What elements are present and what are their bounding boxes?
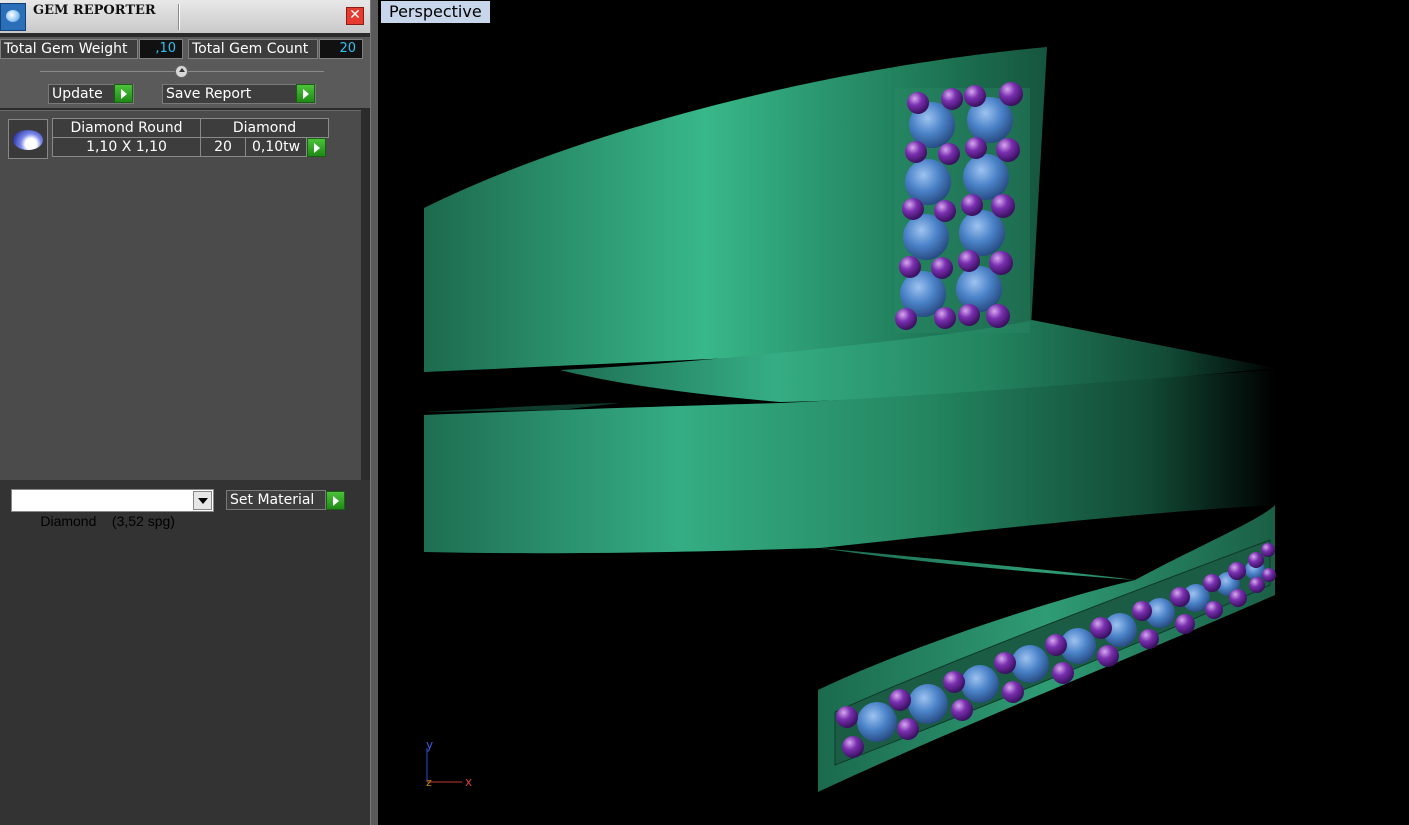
total-gem-count-label: Total Gem Count <box>188 39 318 59</box>
panel-splitter[interactable] <box>370 0 378 825</box>
play-arrow-icon[interactable] <box>326 491 345 510</box>
totals-row: Total Gem Weight ,10 Total Gem Count 20 <box>0 37 370 61</box>
axis-gizmo-icon: y z x <box>426 738 472 789</box>
update-button-label: Update <box>52 86 103 102</box>
close-button[interactable]: ✕ <box>346 7 364 25</box>
diamond-thumbnail-icon <box>8 119 48 159</box>
close-icon: ✕ <box>349 7 361 23</box>
save-report-button[interactable]: Save Report <box>162 84 316 104</box>
axis-y-label: y <box>426 738 433 752</box>
gem-material-cell: Diamond <box>200 118 329 138</box>
material-area: Diamond (3,52 spg) Set Material <box>0 480 370 825</box>
gem-count-cell: 20 <box>200 137 246 157</box>
set-material-button-label: Set Material <box>230 492 315 508</box>
channel-gem-row <box>836 543 1276 758</box>
material-select[interactable]: Diamond (3,52 spg) <box>11 489 214 529</box>
total-gem-weight-value[interactable]: ,10 <box>139 39 183 59</box>
titlebar-divider <box>178 4 179 30</box>
set-material-button[interactable]: Set Material <box>226 490 326 510</box>
play-arrow-icon[interactable] <box>114 84 133 103</box>
material-select-value: Diamond (3,52 spg) <box>40 513 175 529</box>
ring-3d-scene: y z x <box>424 47 1276 792</box>
chevron-down-icon[interactable] <box>193 491 212 510</box>
pave-gem-cluster <box>895 82 1030 333</box>
panel-title: GEM REPORTER <box>33 3 156 18</box>
gem-list: Diamond Round Diamond 1,10 X 1,10 20 0,1… <box>0 110 361 481</box>
play-arrow-icon[interactable] <box>296 84 315 103</box>
perspective-viewport[interactable]: Perspective y z x <box>378 0 1409 825</box>
collapse-toggle-icon[interactable] <box>175 65 188 78</box>
total-gem-count-value[interactable]: 20 <box>319 39 363 59</box>
gem-reporter-panel: GEM REPORTER ✕ Total Gem Weight ,10 Tota… <box>0 0 370 825</box>
play-arrow-icon[interactable] <box>307 138 326 157</box>
panel-titlebar: GEM REPORTER ✕ <box>0 0 370 33</box>
gem-shape-cell: Diamond Round <box>52 118 201 138</box>
save-report-button-label: Save Report <box>166 86 252 102</box>
gem-weight-cell: 0,10tw <box>245 137 307 157</box>
panel-resize-slider-row <box>0 61 370 81</box>
gem-reporter-app-icon <box>0 3 26 31</box>
action-buttons-row: Update Save Report <box>0 81 370 108</box>
viewport-label[interactable]: Perspective <box>381 1 490 23</box>
axis-z-label: z <box>426 776 432 789</box>
total-gem-weight-label: Total Gem Weight <box>0 39 138 59</box>
axis-x-label: x <box>465 775 472 789</box>
gem-size-cell: 1,10 X 1,10 <box>52 137 201 157</box>
